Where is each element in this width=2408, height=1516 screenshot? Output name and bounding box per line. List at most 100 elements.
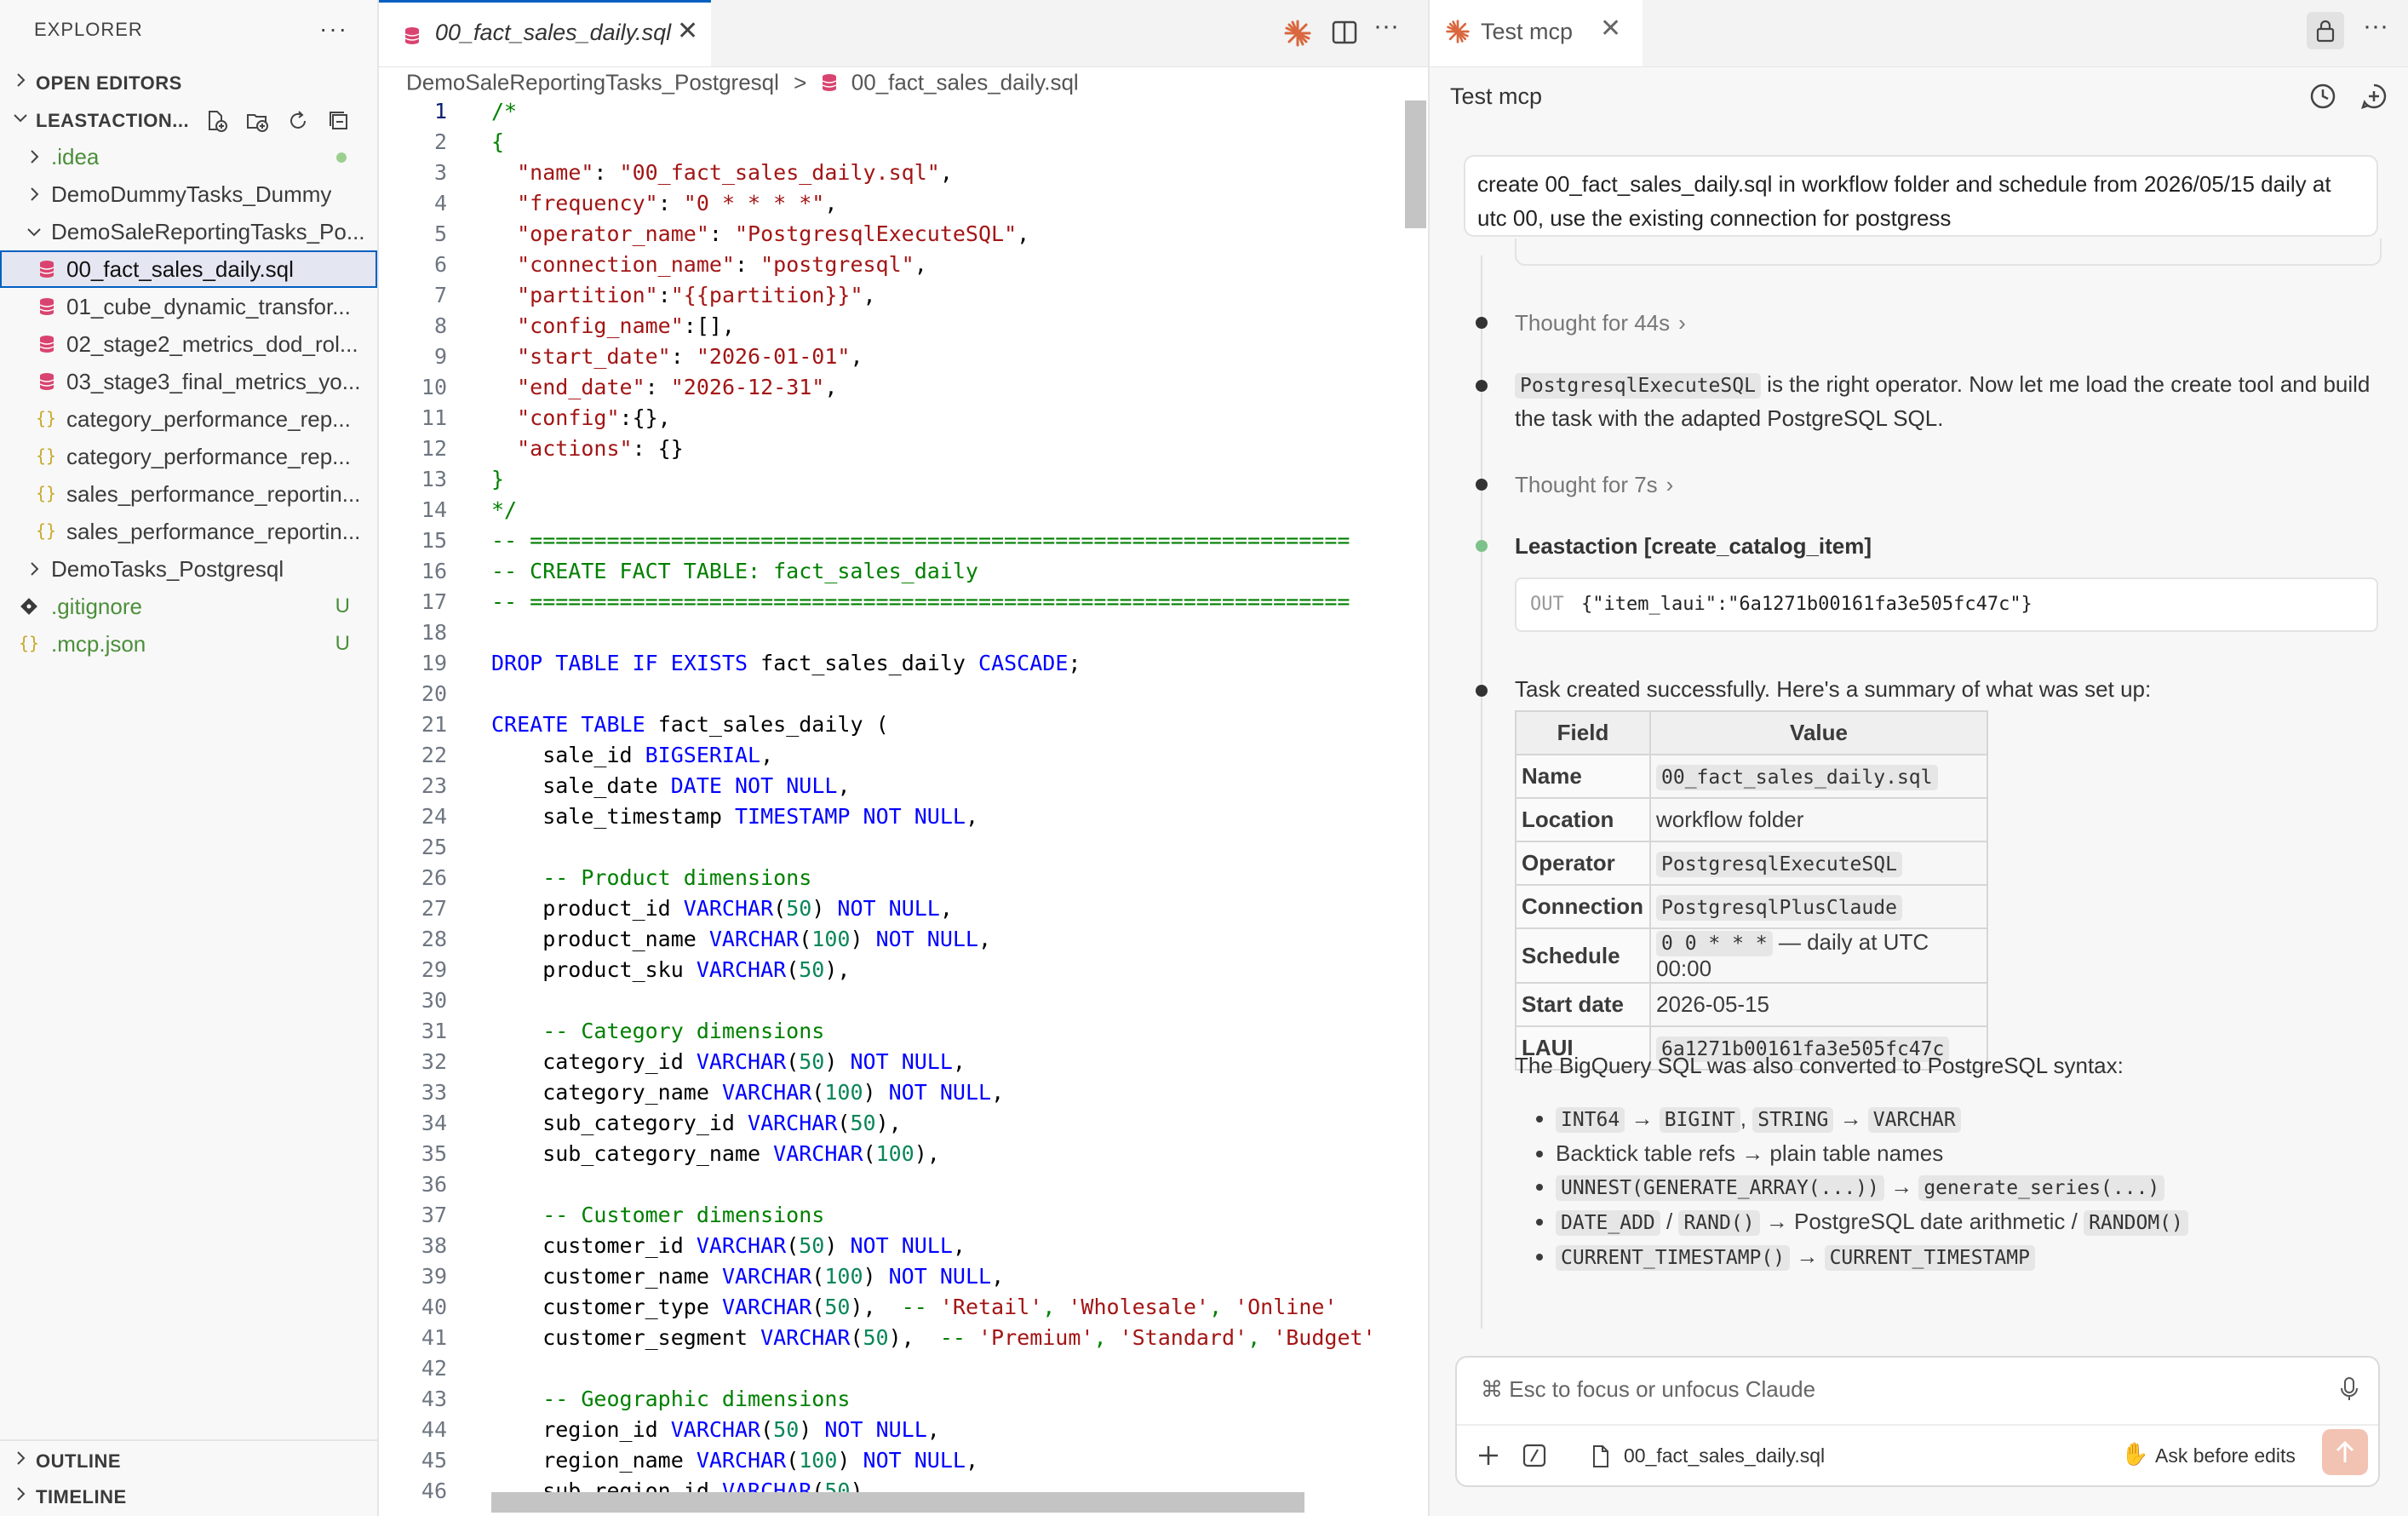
line-number: 33 [421, 1080, 447, 1105]
arrow-up-icon [2336, 1440, 2354, 1462]
lock-icon [2316, 20, 2335, 43]
table-cell-value: 00_fact_sales_daily.sql [1649, 754, 1988, 799]
line-number: 23 [421, 773, 447, 798]
tab-test-mcp[interactable]: Test mcp ✕ [1430, 0, 1643, 66]
line-number: 37 [421, 1203, 447, 1227]
line-number: 41 [421, 1325, 447, 1350]
split-editor-icon[interactable] [1331, 19, 1358, 46]
line-number: 43 [421, 1387, 447, 1411]
user-prompt[interactable]: create 00_fact_sales_daily.sql in workfl… [1464, 155, 2378, 237]
more-actions-icon[interactable]: ··· [2363, 12, 2388, 41]
breadcrumb-separator: > [794, 69, 807, 95]
conversion-intro: The BigQuery SQL was also converted to P… [1515, 1053, 2124, 1078]
explorer-more-button[interactable]: ··· [319, 15, 348, 43]
more-actions-icon[interactable]: ··· [1373, 12, 1399, 41]
refresh-icon[interactable] [286, 109, 310, 133]
close-icon[interactable]: ✕ [677, 16, 698, 46]
section-timeline[interactable]: TIMELINE [0, 1479, 379, 1514]
table-cell-field: Name [1515, 754, 1651, 799]
thought-label: Thought for 7s [1515, 472, 1658, 497]
table-cell-value: 0 0 * * * — daily at UTC 00:00 [1649, 927, 1988, 984]
table-cell-field: Operator [1515, 841, 1651, 886]
code-line: category_id VARCHAR(50) NOT NULL, [491, 1049, 966, 1074]
new-chat-icon[interactable] [2359, 82, 2388, 111]
line-number: 42 [421, 1356, 447, 1381]
breadcrumb-file[interactable]: 00_fact_sales_daily.sql [851, 70, 1079, 95]
slash-command-icon[interactable] [1522, 1443, 1547, 1468]
new-file-icon[interactable] [204, 109, 228, 133]
tree-file-03-stage3[interactable]: 03_stage3_final_metrics_yo... [0, 363, 377, 400]
lock-button[interactable] [2307, 12, 2344, 49]
plus-icon[interactable] [1476, 1443, 1501, 1468]
table-cell-field: Start date [1515, 982, 1651, 1027]
line-number: 24 [421, 804, 447, 829]
code-line: "start_date": "2026-01-01", [517, 344, 863, 369]
table-cell-value: 2026-05-15 [1649, 982, 1988, 1027]
tree-folder-idea[interactable]: .idea [0, 138, 377, 175]
table-row: Start date 2026-05-15 [1515, 982, 1988, 1027]
line-number: 32 [421, 1049, 447, 1074]
line-number: 12 [421, 436, 447, 461]
database-icon [39, 373, 54, 390]
line-number: 36 [421, 1172, 447, 1197]
edit-mode-toggle[interactable]: Ask before edits [2155, 1444, 2296, 1467]
breadcrumb-folder[interactable]: DemoSaleReportingTasks_Postgresql [406, 70, 779, 95]
vertical-scrollbar[interactable] [1405, 100, 1426, 228]
tree-folder-demosalereporting[interactable]: DemoSaleReportingTasks_Po... [0, 213, 377, 250]
json-icon: {} [36, 483, 57, 503]
chevron-right-icon [31, 150, 39, 164]
line-number: 19 [421, 651, 447, 675]
tree-file-00-fact-sales[interactable]: 00_fact_sales_daily.sql [0, 250, 377, 288]
thought-summary-44s[interactable]: Thought for 44s › [1515, 307, 1686, 339]
inline-code: RANDOM() [2084, 1210, 2188, 1236]
new-folder-icon[interactable] [245, 109, 269, 133]
tool-call-title[interactable]: Leastaction [create_catalog_item] [1515, 530, 1872, 562]
inline-code: RAND() [1678, 1210, 1760, 1236]
chat-input[interactable]: ⌘ Esc to focus or unfocus Claude [1481, 1376, 1815, 1403]
chat-tab-bar: Test mcp ✕ ··· [1430, 0, 2408, 67]
tree-file-category-perf-1[interactable]: {} category_performance_rep... [0, 400, 377, 438]
line-number: 40 [421, 1295, 447, 1319]
inline-code: CURRENT_TIMESTAMP [1824, 1245, 2035, 1271]
section-outline[interactable]: OUTLINE [0, 1443, 379, 1479]
tree-folder-demotasks[interactable]: DemoTasks_Postgresql [0, 550, 377, 588]
code-line: "end_date": "2026-12-31", [517, 375, 838, 399]
tree-file-sales-perf-1[interactable]: {} sales_performance_reportin... [0, 475, 377, 513]
line-number: 6 [433, 252, 447, 277]
line-number: 22 [421, 743, 447, 767]
line-number: 11 [421, 405, 447, 430]
section-project[interactable]: LEASTACTION... [0, 102, 379, 138]
microphone-icon[interactable] [2339, 1376, 2359, 1402]
tree-file-gitignore[interactable]: .gitignore U [0, 588, 377, 625]
tree-file-02-stage2[interactable]: 02_stage2_metrics_dod_rol... [0, 325, 377, 363]
history-icon[interactable] [2308, 82, 2337, 111]
section-open-editors[interactable]: OPEN EDITORS [0, 65, 379, 100]
claude-icon[interactable] [1283, 19, 1312, 48]
close-icon[interactable]: ✕ [1600, 14, 1621, 43]
timeline-bullet [1476, 479, 1488, 491]
attached-file[interactable]: 00_fact_sales_daily.sql [1624, 1444, 1825, 1467]
tree-file-01-cube[interactable]: 01_cube_dynamic_transfor... [0, 288, 377, 325]
tree-folder-demodummy[interactable]: DemoDummyTasks_Dummy [0, 175, 377, 213]
tab-00-fact-sales-daily[interactable]: 00_fact_sales_daily.sql ✕ [379, 0, 711, 66]
table-cell-field: Location [1515, 797, 1651, 842]
inline-code: DATE_ADD [1556, 1210, 1660, 1236]
json-icon: {} [36, 445, 57, 466]
tree-file-sales-perf-2[interactable]: {} sales_performance_reportin... [0, 513, 377, 550]
thought-summary-7s[interactable]: Thought for 7s › [1515, 468, 1673, 501]
collapse-all-icon[interactable] [327, 109, 351, 133]
line-number: 30 [421, 988, 447, 1013]
line-number: 4 [433, 191, 447, 215]
tree-file-category-perf-2[interactable]: {} category_performance_rep... [0, 438, 377, 475]
tree-label: .idea [51, 144, 100, 169]
claude-icon [1446, 20, 1470, 43]
tree-file-mcp-json[interactable]: {} .mcp.json U [0, 625, 377, 663]
git-status-badge: U [335, 594, 350, 617]
line-number: 28 [421, 927, 447, 951]
code-line: "name": "00_fact_sales_daily.sql", [517, 160, 953, 185]
horizontal-scrollbar[interactable] [491, 1492, 1304, 1513]
send-button[interactable] [2322, 1429, 2368, 1475]
tree-label: 00_fact_sales_daily.sql [66, 256, 294, 282]
tree-label: category_performance_rep... [66, 444, 351, 469]
inline-code: PostgresqlExecuteSQL [1515, 373, 1761, 399]
